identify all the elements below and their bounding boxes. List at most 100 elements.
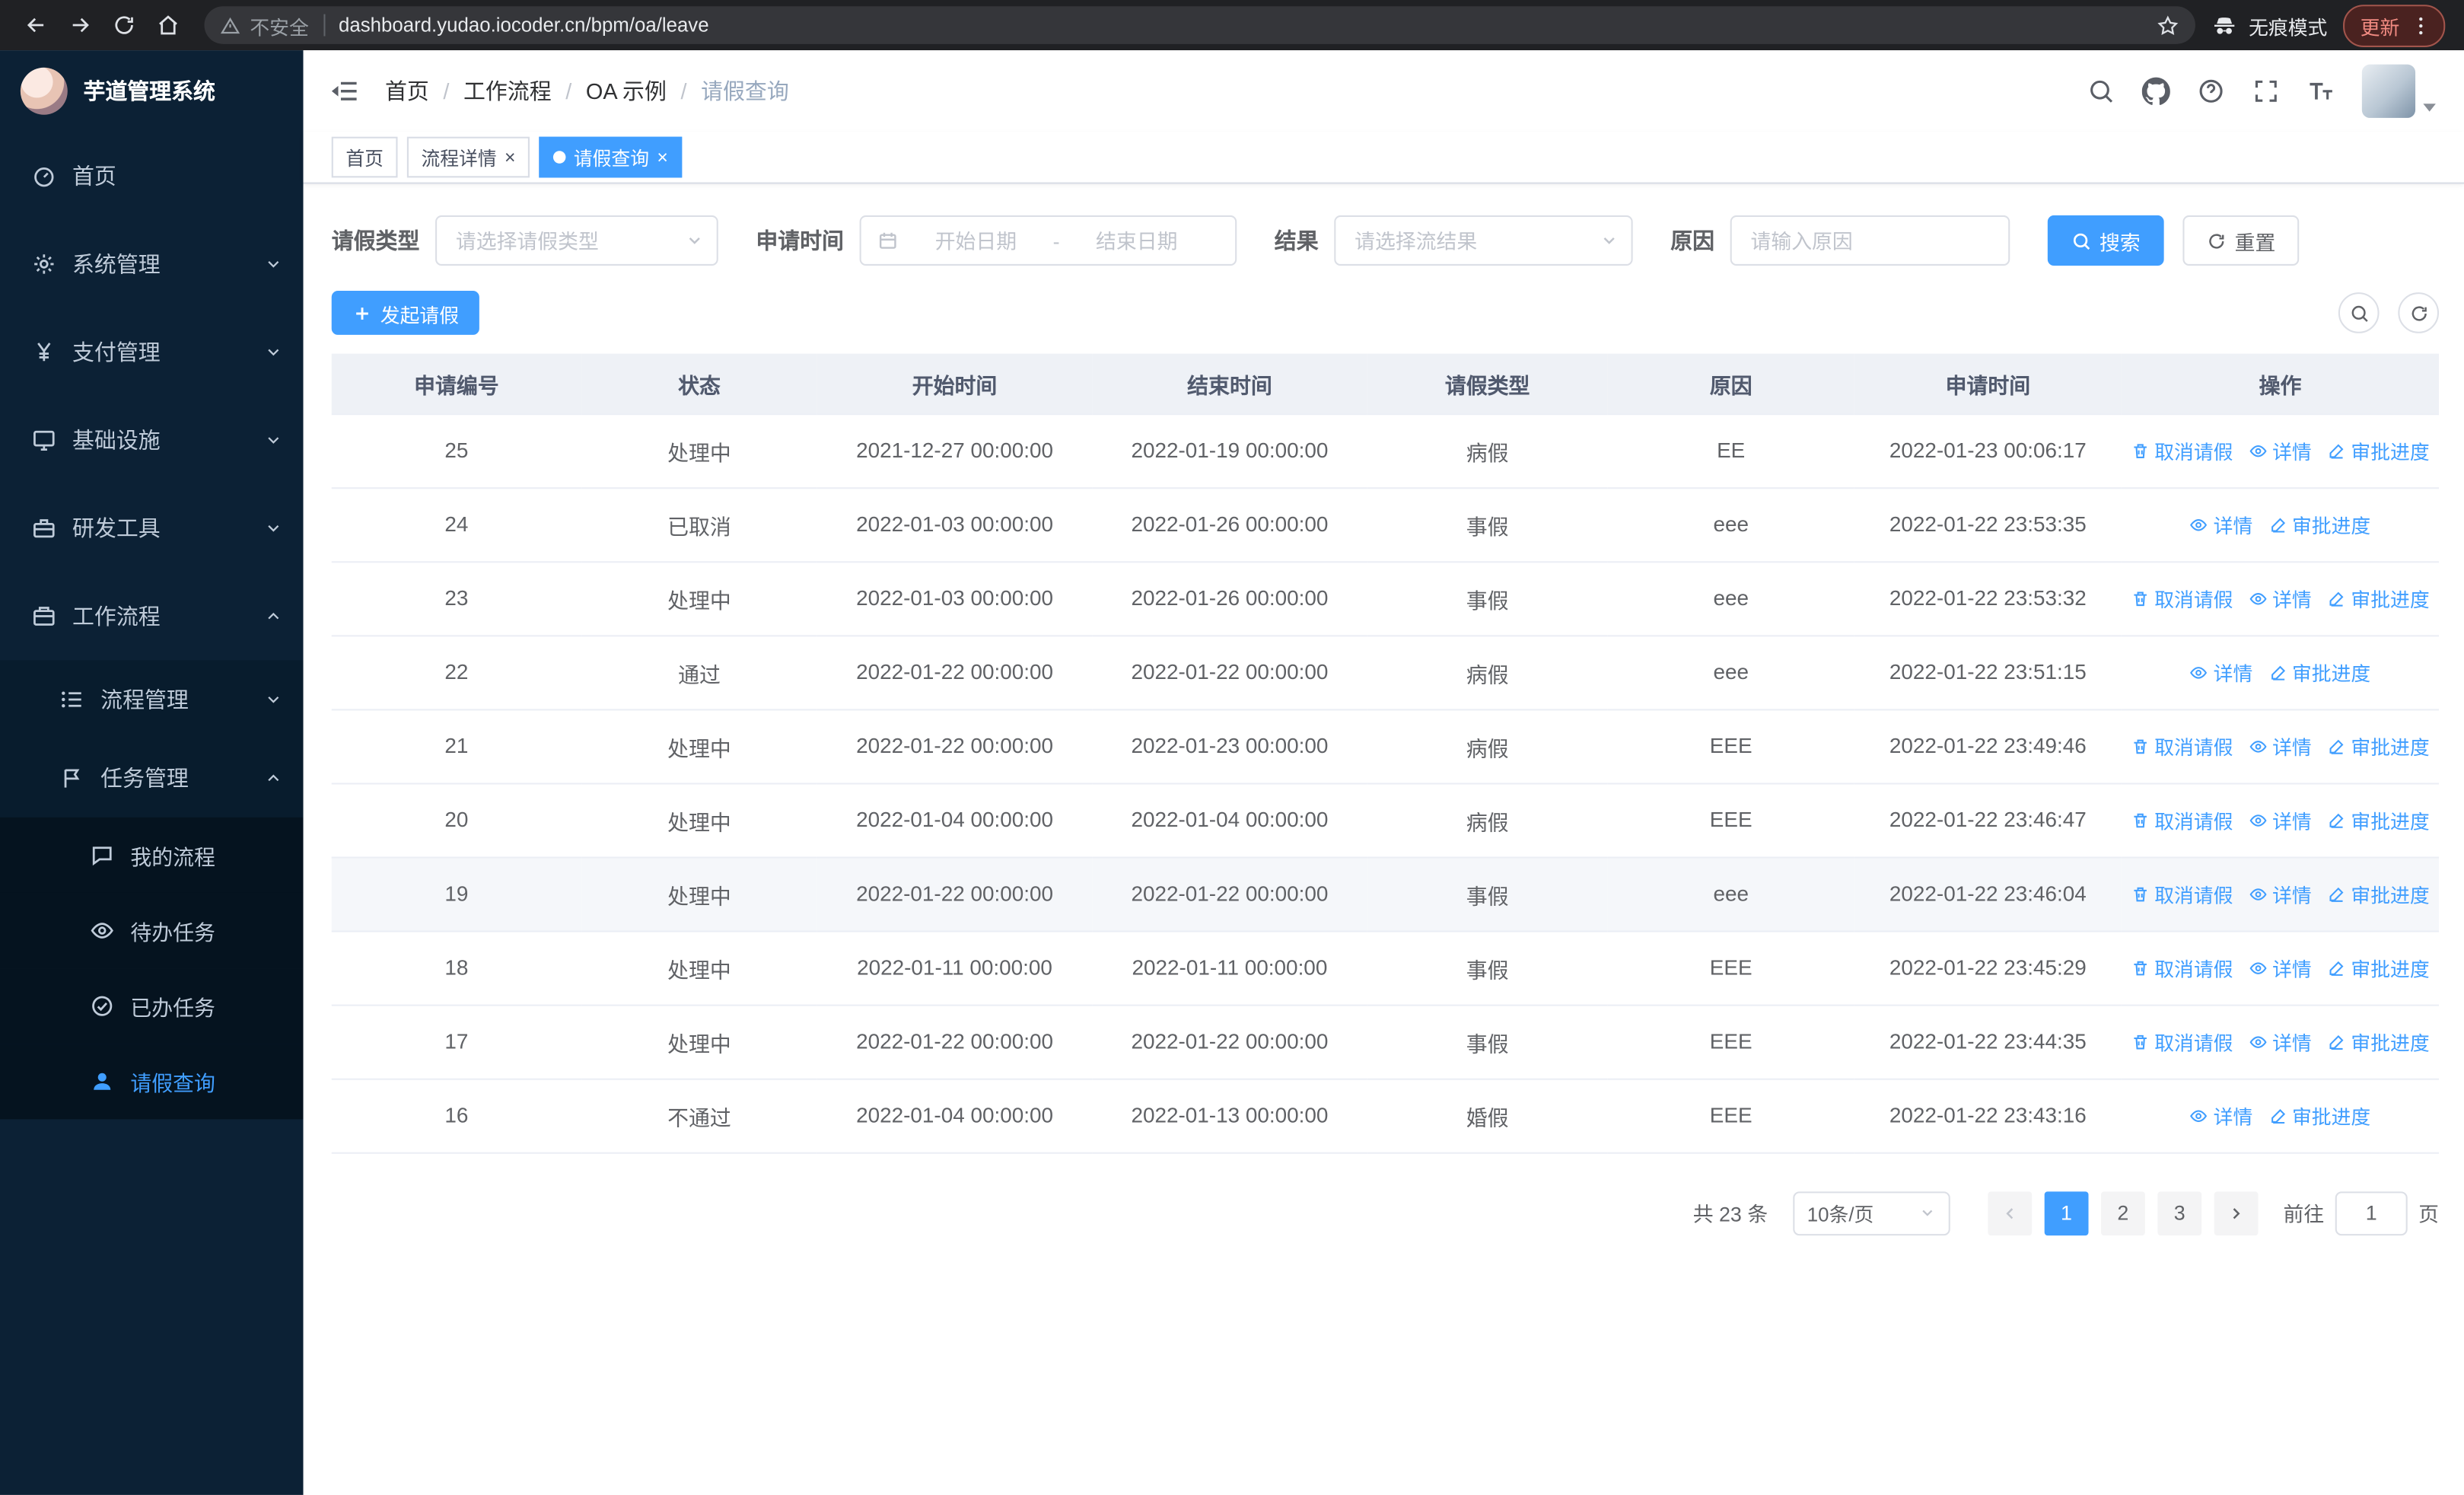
action-progress-link[interactable]: 审批进度	[2327, 731, 2430, 760]
header-search-icon[interactable]	[2087, 77, 2115, 105]
page-button-2[interactable]: 2	[2100, 1191, 2145, 1235]
user-menu[interactable]	[2361, 64, 2436, 118]
action-cancel-link[interactable]: 取消请假	[2131, 583, 2233, 613]
sidebar-item-todo-tasks[interactable]: 待办任务	[0, 892, 304, 969]
breadcrumb-home[interactable]: 首页	[385, 75, 429, 107]
sidebar-item-devtools[interactable]: 研发工具	[0, 484, 304, 572]
action-progress-link[interactable]: 审批进度	[2268, 1101, 2370, 1130]
action-detail-link[interactable]: 详情	[2190, 1101, 2252, 1130]
action-cancel-link[interactable]: 取消请假	[2131, 731, 2233, 760]
trash-icon	[2134, 812, 2147, 827]
page-size-select[interactable]: 10条/页	[1793, 1191, 1950, 1235]
date-range-picker[interactable]: -	[859, 215, 1237, 266]
table-row: 23 处理中 2022-01-03 00:00:00 2022-01-26 00:00…	[331, 561, 2440, 636]
action-cancel-link[interactable]: 取消请假	[2131, 435, 2233, 465]
bookmark-star-icon[interactable]	[2156, 14, 2179, 37]
action-detail-link[interactable]: 详情	[2190, 509, 2252, 539]
prev-page-button[interactable]	[1988, 1191, 2033, 1235]
omnibox-separator	[323, 14, 325, 37]
action-detail-link[interactable]: 详情	[2190, 657, 2252, 687]
action-detail-link[interactable]: 详情	[2249, 435, 2312, 465]
sidebar-item-done-tasks[interactable]: 已办任务	[0, 968, 304, 1044]
action-progress-link[interactable]: 审批进度	[2268, 657, 2370, 687]
sidebar-item-process-mgmt[interactable]: 流程管理	[0, 660, 304, 739]
yen-icon	[31, 339, 56, 365]
fullscreen-icon[interactable]	[2252, 77, 2280, 105]
action-detail-link[interactable]: 详情	[2249, 952, 2312, 982]
list-icon	[59, 687, 84, 712]
page-button-3[interactable]: 3	[2157, 1191, 2202, 1235]
action-progress-link[interactable]: 审批进度	[2327, 805, 2430, 834]
update-label: 更新	[2360, 16, 2400, 39]
sidebar-item-infra[interactable]: 基础设施	[0, 396, 304, 484]
sidebar-item-my-process[interactable]: 我的流程	[0, 817, 304, 893]
action-progress-link[interactable]: 审批进度	[2327, 878, 2430, 908]
reason-field[interactable]	[1730, 215, 2010, 266]
cell-applied: 2022-01-22 23:45:29	[1854, 930, 2122, 1006]
close-icon[interactable]: ×	[657, 148, 667, 167]
leave-type-input[interactable]	[455, 228, 673, 253]
action-progress-link[interactable]: 审批进度	[2327, 435, 2430, 465]
breadcrumb-workflow[interactable]: 工作流程	[463, 75, 552, 107]
browser-home-button[interactable]	[148, 5, 189, 46]
sidebar-fold-icon[interactable]	[329, 75, 360, 107]
help-icon[interactable]	[2197, 77, 2225, 105]
sidebar-item-label: 流程管理	[100, 687, 189, 712]
github-icon[interactable]	[2141, 77, 2170, 105]
action-detail-link[interactable]: 详情	[2249, 878, 2312, 908]
result-select[interactable]	[1334, 215, 1633, 266]
tab-process-detail[interactable]: 流程详情 ×	[406, 136, 530, 178]
tab-leave-query[interactable]: 请假查询 ×	[539, 136, 683, 178]
sidebar-item-home[interactable]: 首页	[0, 132, 304, 220]
browser-forward-button[interactable]	[59, 5, 100, 46]
edit-icon	[2329, 738, 2344, 754]
sidebar-item-workflow[interactable]: 工作流程	[0, 572, 304, 661]
avatar[interactable]	[2361, 64, 2416, 118]
leave-type-select[interactable]	[435, 215, 718, 266]
tab-home[interactable]: 首页	[331, 136, 398, 178]
table-row: 25 处理中 2021-12-27 00:00:00 2022-01-19 00:00…	[331, 413, 2440, 489]
chevron-down-icon	[1922, 1210, 1933, 1216]
goto-page-input[interactable]	[2335, 1191, 2408, 1235]
start-date-input[interactable]	[908, 228, 1044, 253]
sidebar-item-payment[interactable]: 支付管理	[0, 308, 304, 397]
search-button[interactable]: 搜索	[2047, 215, 2164, 266]
incognito-badge: 无痕模式	[2211, 10, 2327, 40]
action-cancel-link[interactable]: 取消请假	[2131, 805, 2233, 834]
app-logo[interactable]: 芋道管理系统	[0, 50, 304, 132]
toggle-search-button[interactable]	[2338, 292, 2380, 333]
browser-refresh-button[interactable]	[103, 5, 145, 46]
sidebar-item-leave-query[interactable]: 请假查询	[0, 1044, 304, 1120]
breadcrumb-oa-example[interactable]: OA 示例	[586, 75, 667, 107]
action-cancel-link[interactable]: 取消请假	[2131, 1027, 2233, 1057]
refresh-table-button[interactable]	[2398, 292, 2440, 333]
action-detail-link[interactable]: 详情	[2249, 805, 2312, 834]
address-bar[interactable]: 不安全 dashboard.yudao.iocoder.cn/bpm/oa/le…	[204, 6, 2195, 44]
action-detail-link[interactable]: 详情	[2249, 1027, 2312, 1057]
sidebar-item-task-mgmt[interactable]: 任务管理	[0, 738, 304, 818]
action-detail-link[interactable]: 详情	[2249, 583, 2312, 613]
action-cancel-link[interactable]: 取消请假	[2131, 952, 2233, 982]
next-page-button[interactable]	[2214, 1191, 2259, 1235]
page-button-1[interactable]: 1	[2044, 1191, 2089, 1235]
action-detail-link[interactable]: 详情	[2249, 731, 2312, 760]
action-progress-link[interactable]: 审批进度	[2327, 583, 2430, 613]
not-secure-warning-icon[interactable]	[220, 15, 240, 36]
create-leave-button[interactable]: 发起请假	[331, 291, 479, 335]
sidebar-item-system[interactable]: 系统管理	[0, 220, 304, 308]
tab-label: 首页	[345, 147, 384, 169]
cell-actions: 详情 审批进度	[2121, 487, 2440, 563]
action-progress-link[interactable]: 审批进度	[2327, 1027, 2430, 1057]
end-date-input[interactable]	[1068, 228, 1205, 253]
close-icon[interactable]: ×	[505, 148, 515, 167]
browser-update-button[interactable]: 更新	[2343, 4, 2446, 46]
action-cancel-link[interactable]: 取消请假	[2131, 878, 2233, 908]
browser-back-button[interactable]	[16, 5, 57, 46]
result-input[interactable]	[1355, 228, 1587, 253]
action-label: 审批进度	[2351, 737, 2430, 760]
font-size-icon[interactable]	[2307, 77, 2335, 105]
reason-input[interactable]	[1750, 228, 1990, 253]
reset-button[interactable]: 重置	[2182, 215, 2300, 266]
action-progress-link[interactable]: 审批进度	[2327, 952, 2430, 982]
action-progress-link[interactable]: 审批进度	[2268, 509, 2370, 539]
